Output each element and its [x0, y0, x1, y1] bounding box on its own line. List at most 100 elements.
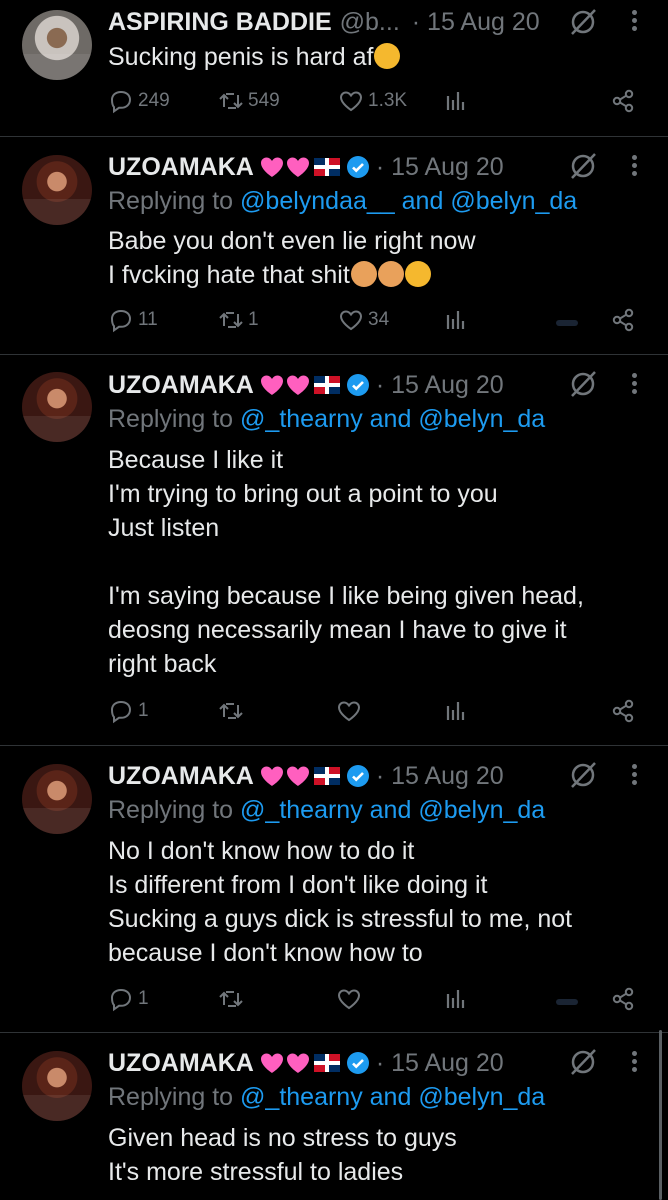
tweet-line: No I don't know how to do it [108, 837, 415, 865]
mention-link[interactable]: @belyn_da [418, 405, 545, 433]
share-icon [612, 308, 634, 332]
like-count: 34 [368, 309, 390, 330]
tweet-line: Babe you don't even lie right now [108, 227, 476, 255]
grok-icon[interactable] [568, 760, 598, 790]
tweet-line: Because I like it [108, 446, 284, 474]
and-label: and [369, 796, 412, 824]
share-button[interactable] [610, 986, 640, 1012]
reply-button[interactable]: 1 [108, 698, 149, 724]
flag-emoji-icon [313, 158, 340, 176]
like-button[interactable] [336, 698, 366, 724]
display-name[interactable]: UZOAMAKA [108, 153, 254, 182]
repost-button[interactable] [218, 698, 248, 724]
tweet-4[interactable]: UZOAMAKA · 15 Aug 20 Replying to @_thear… [0, 746, 668, 1032]
like-icon [337, 989, 361, 1010]
like-button[interactable]: 34 [338, 307, 389, 333]
tweet-line: Is different from I don't like doing it [108, 871, 488, 899]
reply-count: 1 [138, 700, 149, 721]
heart-emoji-icon [260, 1053, 283, 1073]
repost-icon [219, 991, 243, 1007]
like-count: 1.3K [368, 90, 408, 111]
views-button[interactable] [443, 698, 473, 724]
more-icon[interactable] [630, 153, 638, 179]
action-bar: 249 549 1.3K [108, 88, 668, 120]
mention-link[interactable]: @belyn_da [418, 796, 545, 824]
more-icon[interactable] [630, 371, 638, 397]
views-icon [446, 990, 465, 1008]
grok-icon[interactable] [568, 151, 598, 181]
mention-link[interactable]: @belyn_da [418, 1083, 545, 1111]
tweet-line: I'm saying because I like being given he… [108, 582, 584, 610]
mention-link[interactable]: @belyn_da [450, 187, 577, 215]
avatar[interactable] [22, 764, 92, 834]
mention-link[interactable]: @_thearny [240, 1083, 363, 1111]
replying-to-label: Replying to [108, 796, 234, 824]
views-button[interactable] [443, 986, 473, 1012]
reply-button[interactable]: 11 [108, 307, 158, 333]
share-button[interactable] [610, 698, 640, 724]
avatar[interactable] [22, 372, 92, 442]
timestamp[interactable]: · 15 Aug 20 [412, 8, 540, 37]
more-icon[interactable] [630, 8, 638, 34]
timestamp[interactable]: · 15 Aug 20 [376, 762, 504, 791]
views-button[interactable] [443, 307, 473, 333]
reply-button[interactable]: 1 [108, 986, 149, 1012]
tweet-1[interactable]: ASPIRING BADDIE @b... · 15 Aug 20 Suckin… [0, 0, 668, 135]
grok-icon[interactable] [568, 7, 598, 37]
repost-button[interactable]: 549 [218, 88, 280, 114]
repost-count: 549 [248, 90, 280, 111]
repost-icon [219, 93, 243, 109]
mention-link[interactable]: @belyndaa__ [240, 187, 395, 215]
display-name[interactable]: UZOAMAKA [108, 762, 254, 791]
action-bar: 1 [108, 698, 668, 730]
replying-to-label: Replying to [108, 405, 234, 433]
display-name[interactable]: ASPIRING BADDIE [108, 8, 332, 37]
reply-count: 1 [138, 988, 149, 1009]
avatar[interactable] [22, 155, 92, 225]
heart-emoji-icon [286, 766, 309, 786]
reply-icon [110, 700, 132, 724]
share-button[interactable] [610, 88, 640, 114]
repost-icon [219, 312, 243, 328]
mention-link[interactable]: @_thearny [240, 405, 363, 433]
like-button[interactable]: 1.3K [338, 88, 407, 114]
username[interactable]: @b... [340, 8, 400, 37]
share-icon [612, 699, 634, 723]
views-button[interactable] [443, 88, 473, 114]
grok-icon[interactable] [568, 369, 598, 399]
avatar[interactable] [22, 1051, 92, 1121]
heart-emoji-icon [260, 157, 283, 177]
timestamp[interactable]: · 15 Aug 20 [376, 1049, 504, 1078]
replying-to: Replying to @_thearny and @belyn_da [108, 796, 545, 825]
scrollbar[interactable] [659, 1030, 662, 1200]
reply-count: 249 [138, 90, 170, 111]
name-emoji [260, 155, 370, 179]
more-icon[interactable] [630, 1049, 638, 1075]
grok-icon[interactable] [568, 1047, 598, 1077]
tweet-5[interactable]: UZOAMAKA · 15 Aug 20 Replying to @_thear… [0, 1033, 668, 1200]
share-button[interactable] [610, 307, 640, 333]
reply-button[interactable]: 249 [108, 88, 170, 114]
verified-icon [346, 765, 369, 787]
display-name[interactable]: UZOAMAKA [108, 1049, 254, 1078]
more-icon[interactable] [630, 762, 638, 788]
repost-button[interactable] [218, 986, 248, 1012]
share-icon [612, 987, 634, 1011]
views-icon [446, 311, 465, 329]
tweet-2[interactable]: UZOAMAKA · 15 Aug 20 Replying to @belynd… [0, 137, 668, 353]
repost-button[interactable]: 1 [218, 307, 259, 333]
tweet-3[interactable]: UZOAMAKA · 15 Aug 20 Replying to @_thear… [0, 355, 668, 745]
tweet-line: Sucking a guys dick is stressful to me, … [108, 905, 573, 933]
mention-link[interactable]: @_thearny [240, 796, 363, 824]
like-icon [339, 310, 363, 331]
replying-to: Replying to @belyndaa__ and @belyn_da [108, 187, 577, 216]
display-name[interactable]: UZOAMAKA [108, 371, 254, 400]
timestamp[interactable]: · 15 Aug 20 [376, 153, 504, 182]
timestamp[interactable]: · 15 Aug 20 [376, 371, 504, 400]
verified-icon [346, 1052, 369, 1074]
avatar[interactable] [22, 10, 92, 80]
facepalm-emoji-icon [377, 261, 404, 287]
bookmark-hint [556, 320, 578, 326]
name-emoji [260, 373, 370, 397]
like-button[interactable] [336, 986, 366, 1012]
